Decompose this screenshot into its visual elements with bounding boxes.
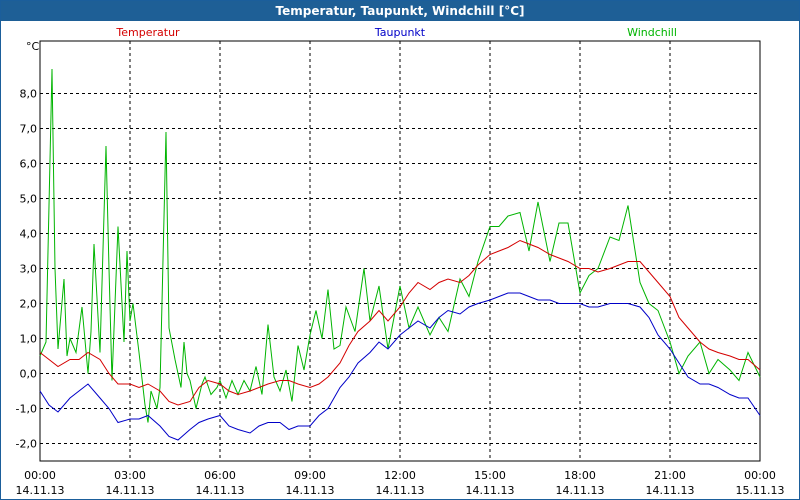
x-tick-date-label: 14.11.13 [106,484,155,497]
x-tick-time-label: 03:00 [114,469,146,482]
legend-entry-temperatur: Temperatur [115,26,180,39]
x-tick-time-label: 12:00 [384,469,416,482]
y-tick-label: 6,0 [20,158,38,171]
x-tick-date-label: 14.11.13 [196,484,245,497]
x-tick-time-label: 18:00 [564,469,596,482]
x-tick-time-label: 21:00 [654,469,686,482]
y-axis-label: °C [26,40,40,53]
x-tick-time-label: 00:00 [744,469,776,482]
y-tick-label: 2,0 [20,298,38,311]
x-tick-date-label: 14.11.13 [16,484,65,497]
legend: Temperatur Taupunkt Windchill [115,26,677,39]
y-tick-label: 4,0 [20,228,38,241]
x-tick-date-label: 14.11.13 [376,484,425,497]
x-tick-date-label: 14.11.13 [556,484,605,497]
y-axis-ticks: -2,0 -1,0 0,0 1,0 2,0 3,0 4,0 5,0 6,0 7,0 8,0 [16,88,37,451]
x-tick-date-label: 14.11.13 [466,484,515,497]
y-tick-label: -2,0 [16,438,37,451]
line-chart: -2,0 -1,0 0,0 1,0 2,0 3,0 4,0 5,0 6,0 7,0 8,0 00:0… [16,26,785,497]
legend-entry-taupunkt: Taupunkt [374,26,426,39]
x-tick-time-label: 09:00 [294,469,326,482]
x-tick-time-label: 06:00 [204,469,236,482]
x-tick-time-label: 00:00 [24,469,56,482]
x-tick-date-label: 15.11.13 [736,484,785,497]
grid-lines [40,41,760,461]
x-tick-date-label: 14.11.13 [646,484,695,497]
y-tick-label: 0,0 [20,368,38,381]
y-tick-label: -1,0 [16,403,37,416]
y-tick-label: 1,0 [20,333,38,346]
y-tick-label: 7,0 [20,123,38,136]
y-tick-label: 3,0 [20,263,38,276]
y-tick-label: 5,0 [20,193,38,206]
x-tick-time-label: 15:00 [474,469,506,482]
legend-entry-windchill: Windchill [627,26,677,39]
x-axis-ticks: 00:00 14.11.13 03:00 14.11.13 06:00 14.11.13 0… [16,469,785,497]
y-tick-label: 8,0 [20,88,38,101]
x-tick-date-label: 14.11.13 [286,484,335,497]
